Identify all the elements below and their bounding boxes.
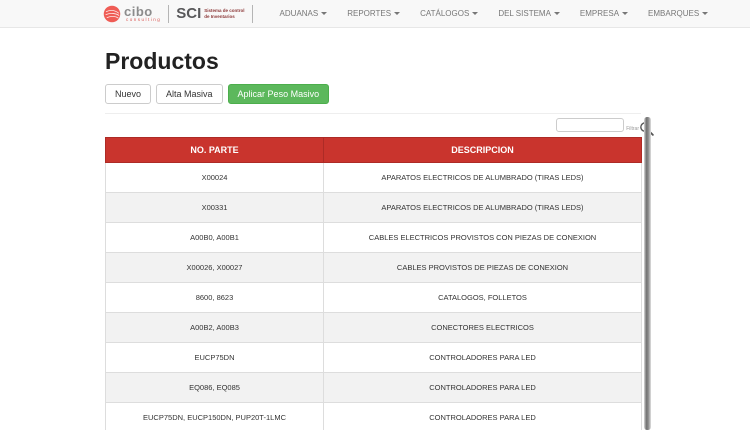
filter-input[interactable] [556,118,624,132]
cell-descripcion: CONECTORES ELECTRICOS [324,313,642,343]
table-row[interactable]: X00024APARATOS ELECTRICOS DE ALUMBRADO (… [106,163,642,193]
nav-item-reportes[interactable]: REPORTES [337,9,410,18]
nav-item-embarques[interactable]: EMBARQUES [638,9,718,18]
cell-descripcion: CONTROLADORES PARA LED [324,403,642,430]
cell-descripcion: CONTROLADORES PARA LED [324,343,642,373]
column-header-no-parte[interactable]: NO. PARTE [106,138,324,163]
nav-item-aduanas[interactable]: ADUANAS [270,9,338,18]
cell-no-parte: EQ086, EQ085 [106,373,324,403]
nav-item-label: DEL SISTEMA [498,9,551,18]
filter-row: Filtrar [105,117,641,137]
toolbar: NuevoAlta MasivaAplicar Peso Masivo [105,84,641,114]
table-header-row: NO. PARTE DESCRIPCION [106,138,642,163]
cell-descripcion: CABLES ELECTRICOS PROVISTOS CON PIEZAS D… [324,223,642,253]
product-logo[interactable]: SCI Sistema de control de Inventarios [176,5,244,22]
nav-item-label: ADUANAS [280,9,319,18]
table-row[interactable]: EQ086, EQ085CONTROLADORES PARA LED [106,373,642,403]
chevron-down-icon [394,12,400,15]
cell-no-parte: X00026, X00027 [106,253,324,283]
page-title: Productos [105,48,641,75]
cell-no-parte: X00331 [106,193,324,223]
chevron-down-icon [622,12,628,15]
column-header-descripcion[interactable]: DESCRIPCION [324,138,642,163]
cell-no-parte: A00B2, A00B3 [106,313,324,343]
products-table: NO. PARTE DESCRIPCION X00024APARATOS ELE… [105,137,642,430]
nav-item-label: CATÁLOGOS [420,9,469,18]
cell-descripcion: APARATOS ELECTRICOS DE ALUMBRADO (TIRAS … [324,163,642,193]
chevron-down-icon [321,12,327,15]
cell-descripcion: CATALOGOS, FOLLETOS [324,283,642,313]
cell-descripcion: APARATOS ELECTRICOS DE ALUMBRADO (TIRAS … [324,193,642,223]
main-content: Productos NuevoAlta MasivaAplicar Peso M… [105,48,641,430]
table-row[interactable]: EUCP75DN, EUCP150DN, PUP20T-1LMCCONTROLA… [106,403,642,430]
nav-item-del-sistema[interactable]: DEL SISTEMA [488,9,570,18]
vertical-scrollbar[interactable] [644,117,651,430]
nav-item-label: REPORTES [347,9,391,18]
nav-item-empresa[interactable]: EMPRESA [570,9,638,18]
nuevo-button[interactable]: Nuevo [105,84,151,104]
table-row[interactable]: A00B2, A00B3CONECTORES ELECTRICOS [106,313,642,343]
divider [168,5,169,23]
table-row[interactable]: A00B0, A00B1CABLES ELECTRICOS PROVISTOS … [106,223,642,253]
cell-no-parte: EUCP75DN [106,343,324,373]
chevron-down-icon [702,12,708,15]
cell-descripcion: CABLES PROVISTOS DE PIEZAS DE CONEXION [324,253,642,283]
nav-menu: ADUANAS REPORTES CATÁLOGOS DEL SISTEMA EMPRE… [270,9,719,18]
brand-logo[interactable]: cibo consulting [103,5,161,23]
table-row[interactable]: EUCP75DNCONTROLADORES PARA LED [106,343,642,373]
brand-subtitle: consulting [126,18,161,23]
cibo-logo-icon [103,5,121,23]
table-row[interactable]: X00331APARATOS ELECTRICOS DE ALUMBRADO (… [106,193,642,223]
chevron-down-icon [554,12,560,15]
cell-descripcion: CONTROLADORES PARA LED [324,373,642,403]
nav-item-label: EMPRESA [580,9,619,18]
cell-no-parte: EUCP75DN, EUCP150DN, PUP20T-1LMC [106,403,324,430]
cell-no-parte: X00024 [106,163,324,193]
chevron-down-icon [472,12,478,15]
product-abbr: SCI [176,5,201,22]
nav-item-label: EMBARQUES [648,9,699,18]
cell-no-parte: A00B0, A00B1 [106,223,324,253]
aplicar-peso-masivo-button[interactable]: Aplicar Peso Masivo [228,84,330,104]
table-row[interactable]: X00026, X00027CABLES PROVISTOS DE PIEZAS… [106,253,642,283]
table-row[interactable]: 8600, 8623CATALOGOS, FOLLETOS [106,283,642,313]
brand-name: cibo [124,5,161,18]
nav-item-catálogos[interactable]: CATÁLOGOS [410,9,488,18]
products-table-zone: NO. PARTE DESCRIPCION X00024APARATOS ELE… [105,137,641,430]
divider [252,5,253,23]
alta-masiva-button[interactable]: Alta Masiva [156,84,223,104]
product-name-line2: de Inventarios [204,14,244,19]
top-navbar: cibo consulting SCI Sistema de control d… [0,0,750,28]
products-table-body: X00024APARATOS ELECTRICOS DE ALUMBRADO (… [106,163,642,430]
cell-no-parte: 8600, 8623 [106,283,324,313]
